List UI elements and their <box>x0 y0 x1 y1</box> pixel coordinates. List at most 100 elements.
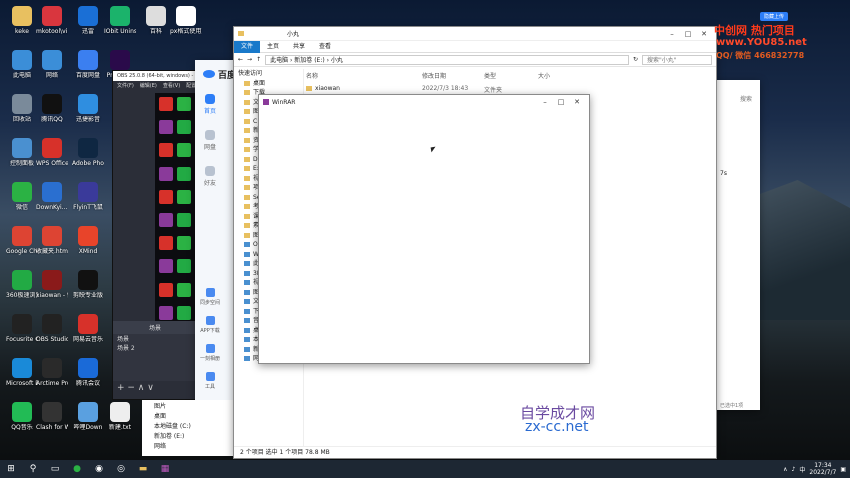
folder-icon <box>238 31 244 36</box>
qq-icon <box>42 94 62 114</box>
baidu-side-item[interactable]: 同步空间 <box>195 288 225 316</box>
winrar-window[interactable]: WinRAR – □ ✕ <box>258 94 590 364</box>
forward-icon[interactable]: → <box>247 56 252 63</box>
desktop-icon[interactable]: 百科 <box>140 6 172 35</box>
notification-icon[interactable]: ▣ <box>840 466 846 473</box>
windows-start-icon[interactable]: ⊞ <box>0 460 22 478</box>
desktop-icon-label: 回收站 <box>12 116 31 123</box>
search-icon[interactable]: ⚲ <box>22 460 44 478</box>
col-date[interactable]: 修改日期 <box>422 71 484 80</box>
desktop-icon[interactable]: DownKyi... - 快捷方式 <box>36 182 68 211</box>
desktop-icon[interactable]: 迅雷 <box>72 6 104 35</box>
winrar-taskbar-icon[interactable]: ▦ <box>154 460 176 478</box>
search-input[interactable]: 搜索"小丸" <box>642 54 712 65</box>
background-nav-item[interactable]: 新加卷 (E:) <box>146 432 238 442</box>
background-nav-item[interactable]: 图片 <box>146 402 238 412</box>
baidu-nav-item[interactable]: 首页 <box>195 88 225 124</box>
desktop-icon-label: 网络 <box>45 72 58 79</box>
col-name[interactable]: 名称 <box>306 71 422 80</box>
desktop-icon[interactable]: xiaowan - 快捷方式 <box>36 270 68 299</box>
desktop-icon[interactable]: 剪映专业版 <box>72 270 104 299</box>
drive-icon <box>244 308 250 314</box>
desktop-icon[interactable]: Microsoft Edge <box>6 358 38 387</box>
nav-item[interactable]: 桌面 <box>234 79 303 89</box>
desktop-icon[interactable]: XMind <box>72 226 104 255</box>
desktop-icon-label: WPS Office <box>36 160 68 167</box>
drive-icon <box>244 356 250 361</box>
task-view-icon[interactable]: ▭ <box>44 460 66 478</box>
minimize-button[interactable]: – <box>664 30 680 38</box>
obs-menu-item[interactable]: 编辑(E) <box>140 81 157 91</box>
cloud-upload-button[interactable]: 隐藏上传 <box>760 12 789 21</box>
desktop-icon[interactable]: QQ音乐 <box>6 402 38 431</box>
background-nav-item[interactable]: 本地磁盘 (C:) <box>146 422 238 432</box>
desktop-icon[interactable]: Adobe Photosh... <box>72 138 104 167</box>
desktop-icon[interactable]: Google Chrome <box>6 226 38 255</box>
desktop-icon[interactable]: 此电脑 <box>6 50 38 79</box>
desktop-icon[interactable]: Arctime Pro - 快捷方式 <box>36 358 68 387</box>
desktop-icon[interactable]: 网易云音乐 <box>72 314 104 343</box>
desktop-icon[interactable]: px格式使用方法.jpg <box>170 6 202 35</box>
ime-indicator[interactable]: 中 <box>799 465 805 474</box>
address-input[interactable]: 此电脑 › 新加卷 (E:) › 小丸 <box>265 54 629 65</box>
folder-icon <box>244 166 250 171</box>
desktop-icon[interactable]: FlyinT飞鼠 <box>72 182 104 211</box>
qq-taskbar-icon[interactable]: ◉ <box>88 460 110 478</box>
ribbon-tab[interactable]: 主页 <box>260 41 286 53</box>
focusrite-icon <box>12 314 32 334</box>
ribbon-tab[interactable]: 文件 <box>234 40 261 53</box>
quick-access-header[interactable]: 快速访问 <box>234 69 303 79</box>
desktop-icon-label: Google Chrome <box>6 248 38 255</box>
desktop-icon[interactable]: 网络 <box>36 50 68 79</box>
desktop-icon[interactable]: 迅捷影音 <box>72 94 104 123</box>
desktop-icon[interactable]: 新建.txt <box>104 402 136 431</box>
obs-scene-controls[interactable]: + − ∧ ∨ <box>117 383 154 393</box>
baidu-nav-item[interactable]: 好友 <box>195 160 225 196</box>
obs-menu-item[interactable]: 查看(V) <box>163 81 180 91</box>
desktop-icon[interactable]: mkotool\vi... - 快捷方式 <box>36 6 68 35</box>
maximize-button[interactable]: □ <box>553 98 569 106</box>
desktop-icon[interactable]: 哔哩Down <box>72 402 104 431</box>
desktop-icon[interactable]: WPS Office <box>36 138 68 167</box>
back-icon[interactable]: ← <box>238 56 243 63</box>
desktop-icon[interactable]: Clash for Windows... <box>36 402 68 431</box>
desktop-icon[interactable]: IObit Uninstaller <box>104 6 136 35</box>
desktop-icon[interactable]: 腾讯会议 <box>72 358 104 387</box>
desktop-icon[interactable]: 回收站 <box>6 94 38 123</box>
speaker-icon[interactable]: ♪ <box>792 466 796 473</box>
background-nav-item[interactable]: 桌面 <box>146 412 238 422</box>
desktop-icon[interactable]: 收藏夹.html <box>36 226 68 255</box>
ribbon-tab[interactable]: 查看 <box>312 41 338 53</box>
desktop-icon[interactable]: OBS Studio <box>36 314 68 343</box>
baidu-side-item[interactable]: APP下载 <box>195 316 225 344</box>
baidu-side-item[interactable]: 一刻相册 <box>195 344 225 372</box>
baidu-side-item[interactable]: 工具 <box>195 372 225 400</box>
obs-menu-item[interactable]: 文件(F) <box>117 81 134 91</box>
watermark-bottom-2: zx-cc.net <box>525 419 589 435</box>
close-button[interactable]: ✕ <box>696 30 712 38</box>
up-icon[interactable]: ↑ <box>256 56 261 63</box>
baidu-nav-item[interactable]: 网盘 <box>195 124 225 160</box>
file-row[interactable]: xiaowan 2022/7/3 18:43 文件夹 <box>306 85 538 94</box>
desktop-icon[interactable]: 百度网盘 <box>72 50 104 79</box>
tray-arrow-icon[interactable]: ∧ <box>783 466 787 473</box>
desktop-icon[interactable]: 360极速浏览.html <box>6 270 38 299</box>
desktop-icon[interactable]: keke <box>6 6 38 35</box>
folder-taskbar-icon[interactable]: ▬ <box>132 460 154 478</box>
file-type: 文件夹 <box>484 87 503 94</box>
obs-taskbar-icon[interactable]: ◎ <box>110 460 132 478</box>
col-type[interactable]: 类型 <box>484 71 538 80</box>
col-size[interactable]: 大小 <box>538 71 578 80</box>
maximize-button[interactable]: □ <box>680 30 696 38</box>
desktop-icon[interactable]: Focusrite Control <box>6 314 38 343</box>
background-nav-item[interactable]: 网络 <box>146 442 238 452</box>
wechat-taskbar-icon[interactable]: ● <box>66 460 88 478</box>
ribbon-tab[interactable]: 共享 <box>286 41 312 53</box>
refresh-icon[interactable]: ↻ <box>633 56 638 63</box>
clock[interactable]: 17:34 2022/7/7 <box>809 462 836 476</box>
desktop-icon[interactable]: 控制面板 <box>6 138 38 167</box>
desktop-icon[interactable]: 腾讯QQ <box>36 94 68 123</box>
desktop-icon[interactable]: 微信 <box>6 182 38 211</box>
close-button[interactable]: ✕ <box>569 98 585 106</box>
minimize-button[interactable]: – <box>537 98 553 106</box>
